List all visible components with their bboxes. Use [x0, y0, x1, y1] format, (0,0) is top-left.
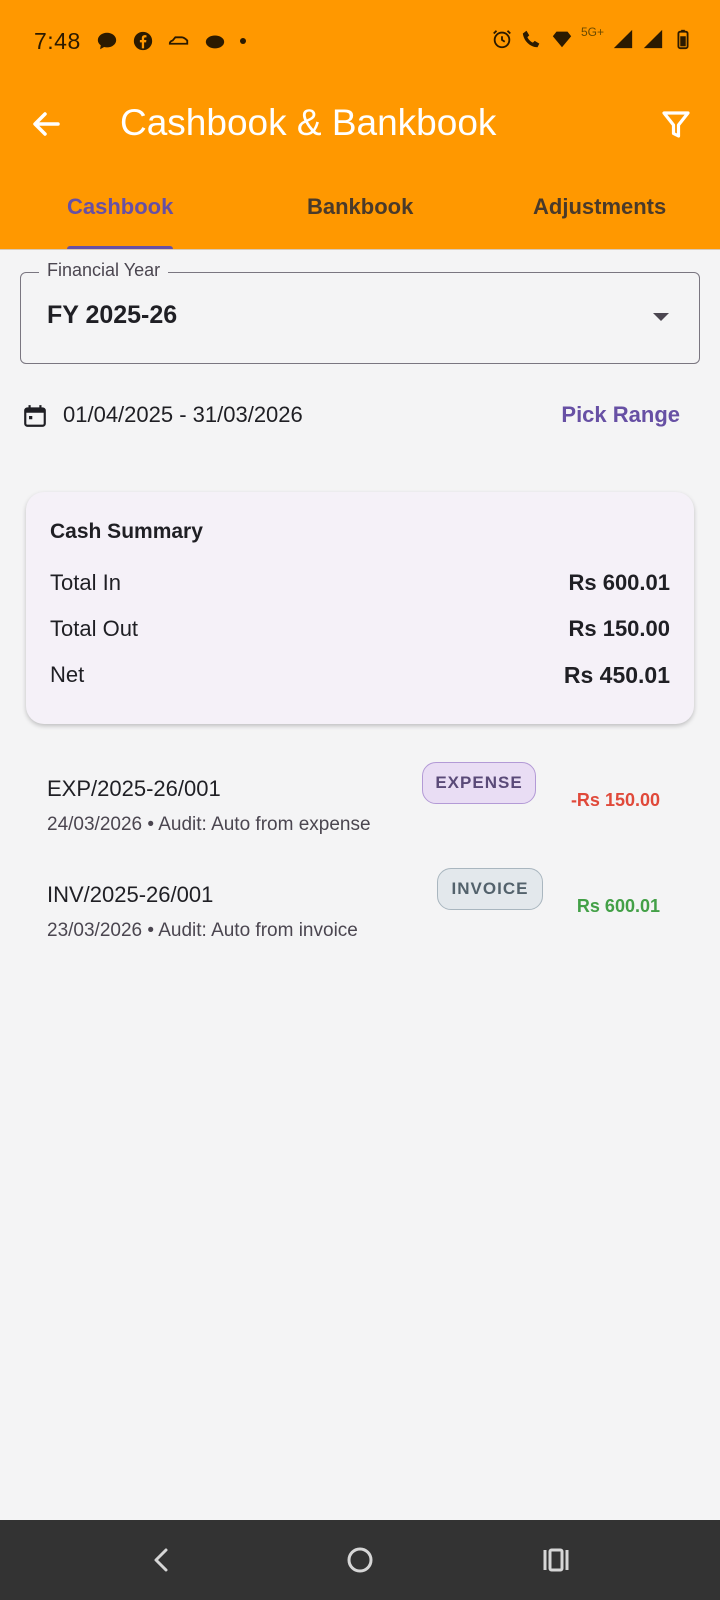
status-time: 7:48 — [34, 28, 81, 54]
network-type-label: 5G+ — [580, 25, 604, 39]
transaction-amount: -Rs 150.00 — [570, 790, 660, 810]
card-title: Cash Summary — [50, 520, 203, 543]
wifi-calling-icon — [522, 30, 540, 48]
chevron-down-icon — [653, 313, 669, 321]
status-notification-icons — [96, 30, 246, 52]
alarm-icon — [493, 30, 511, 49]
invoice-tag: INVOICE — [437, 868, 543, 910]
summary-label: Net — [50, 662, 85, 687]
financial-year-label: Financial Year — [39, 260, 169, 281]
status-system-icons: 5G+ — [491, 25, 694, 50]
battery-icon — [677, 29, 689, 50]
date-range-row: 01/04/2025 - 31/03/2026 Pick Range — [20, 400, 700, 432]
app-bar: 7:48 5G+ Cashbook & Bankbook Cashbook Ba… — [0, 0, 720, 250]
financial-year-value: FY 2025-26 — [47, 301, 178, 329]
summary-row-total-out: Total Out Rs 150.00 — [50, 616, 670, 646]
system-nav-bar — [0, 1520, 720, 1600]
tab-cashbook[interactable]: Cashbook — [67, 194, 173, 220]
summary-label: Total In — [50, 570, 121, 595]
arrow-left-icon[interactable] — [26, 104, 66, 144]
signal-diamond-icon — [552, 31, 572, 48]
nav-home-icon[interactable] — [342, 1542, 378, 1578]
page-title: Cashbook & Bankbook — [120, 102, 497, 143]
chat-bubble-icon — [97, 32, 117, 50]
summary-row-net: Net Rs 450.01 — [50, 662, 670, 692]
transaction-meta: 24/03/2026 • Audit: Auto from expense — [47, 814, 371, 835]
date-range-text: 01/04/2025 - 31/03/2026 — [63, 402, 303, 427]
cell-signal-icon — [643, 29, 663, 49]
nav-back-icon[interactable] — [144, 1542, 180, 1578]
summary-value: Rs 150.00 — [568, 616, 670, 641]
toolbar: Cashbook & Bankbook — [0, 84, 720, 164]
summary-row-total-in: Total In Rs 600.01 — [50, 570, 670, 600]
cash-summary-card: Cash Summary Total In Rs 600.01 Total Ou… — [26, 492, 694, 724]
summary-value: Rs 450.01 — [563, 662, 670, 688]
status-bar: 7:48 5G+ — [0, 0, 720, 84]
tab-bar: Cashbook Bankbook Adjustments — [0, 180, 720, 250]
divider — [0, 249, 720, 250]
summary-label: Total Out — [50, 616, 139, 641]
transaction-ref: INV/2025-26/001 — [47, 882, 214, 907]
financial-year-dropdown[interactable]: Financial Year FY 2025-26 — [20, 260, 700, 364]
transaction-ref: EXP/2025-26/001 — [47, 776, 221, 801]
transaction-amount: Rs 600.01 — [576, 896, 660, 916]
facebook-icon — [133, 31, 153, 51]
tab-adjustments[interactable]: Adjustments — [533, 194, 666, 220]
cell-signal-icon — [613, 29, 633, 49]
filter-icon[interactable] — [656, 104, 696, 144]
transaction-row[interactable]: INV/2025-26/001 23/03/2026 • Audit: Auto… — [0, 868, 720, 958]
cloud-icon — [205, 35, 225, 49]
dot-icon — [240, 38, 246, 44]
summary-value: Rs 600.01 — [568, 570, 670, 595]
expense-tag: EXPENSE — [422, 762, 536, 804]
transaction-row[interactable]: EXP/2025-26/001 24/03/2026 • Audit: Auto… — [0, 762, 720, 852]
nav-recents-icon[interactable] — [538, 1542, 574, 1578]
transaction-meta: 23/03/2026 • Audit: Auto from invoice — [47, 920, 358, 941]
pick-range-button[interactable]: Pick Range — [561, 402, 680, 428]
car-icon — [168, 36, 189, 45]
calendar-icon — [24, 405, 46, 427]
tab-bankbook[interactable]: Bankbook — [307, 194, 413, 220]
